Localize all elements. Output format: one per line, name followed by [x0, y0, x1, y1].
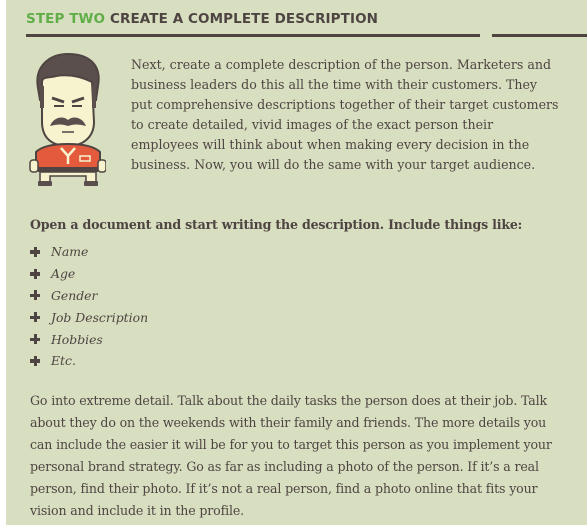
include-list: Name Age Gender Job Description Hobbies … — [30, 241, 148, 372]
plus-icon — [30, 334, 40, 345]
section-heading: STEP TWO CREATE A COMPLETE DESCRIPTION — [26, 11, 378, 27]
list-item-label: Name — [51, 244, 89, 260]
plus-icon — [30, 290, 40, 301]
plus-icon — [30, 312, 40, 323]
section-title: CREATE A COMPLETE DESCRIPTION — [109, 11, 379, 27]
list-item-label: Gender — [51, 287, 98, 303]
plus-icon — [30, 246, 40, 257]
heading-underline — [26, 34, 480, 37]
mustached-man-avatar-icon — [29, 52, 106, 186]
step-label: STEP TWO — [26, 11, 106, 27]
intro-paragraph: Next, create a complete description of t… — [131, 57, 559, 172]
plus-icon — [30, 355, 40, 366]
list-item: Etc. — [30, 350, 148, 372]
list-item: Gender — [30, 285, 148, 307]
list-item-label: Hobbies — [51, 331, 103, 347]
list-lead-text: Open a document and start writing the de… — [30, 217, 523, 232]
list-item: Hobbies — [30, 328, 148, 350]
plus-icon — [30, 268, 40, 279]
list-item: Age — [30, 263, 148, 285]
list-item-label: Etc. — [51, 353, 76, 369]
list-item: Job Description — [30, 306, 148, 328]
list-item-label: Job Description — [51, 309, 149, 325]
list-item-label: Age — [51, 266, 76, 282]
outro-paragraph: Go into extreme detail. Talk about the d… — [30, 393, 552, 518]
list-item: Name — [30, 241, 148, 263]
sidebar-divider — [492, 34, 587, 37]
